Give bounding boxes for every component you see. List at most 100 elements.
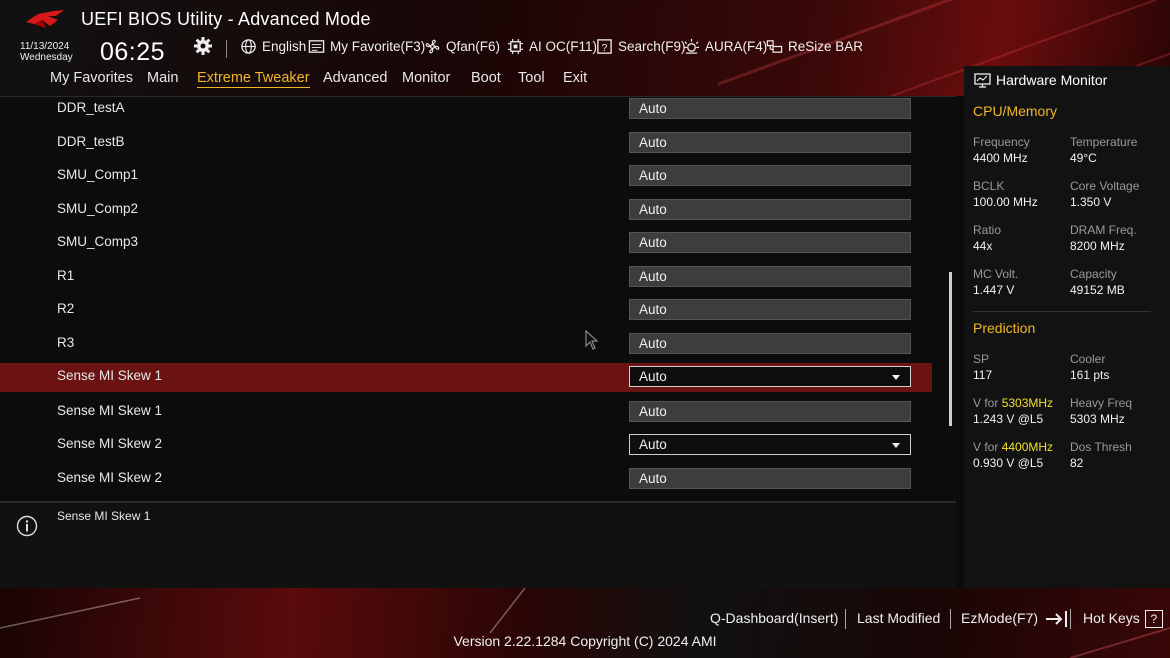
header-divider (226, 40, 227, 58)
aura-label: AURA(F4) (705, 39, 768, 54)
setting-value-field[interactable]: Auto (629, 299, 911, 320)
v-for-1-frequency: 5303MHz (1001, 396, 1054, 410)
section-divider (973, 311, 1151, 312)
ezmode-button[interactable]: EzMode(F7) (961, 610, 1070, 628)
hot-keys-label: Hot Keys (1083, 610, 1140, 626)
setting-value-field[interactable]: Auto (629, 165, 911, 186)
setting-row[interactable]: R2 Auto (0, 296, 932, 325)
ai-oc-button[interactable]: AI OC(F11) (507, 38, 597, 55)
capacity-value: 49152 MB (1070, 283, 1125, 297)
setting-row-selected[interactable]: Sense MI Skew 1 Auto (0, 363, 932, 392)
capacity-label: Capacity (1070, 267, 1117, 281)
temperature-label: Temperature (1070, 135, 1138, 149)
setting-label: Sense MI Skew 1 (57, 403, 163, 418)
setting-row[interactable]: DDR_testA Auto (0, 95, 932, 124)
sp-label: SP (973, 352, 990, 366)
caret-down-icon (892, 375, 900, 380)
setting-value-field[interactable]: Auto (629, 266, 911, 287)
setting-row[interactable]: Sense MI Skew 1 Auto (0, 398, 932, 427)
setting-dropdown[interactable]: Auto (629, 366, 911, 387)
language-label: English (262, 39, 307, 54)
setting-value-field[interactable]: Auto (629, 98, 911, 119)
gear-icon[interactable] (193, 36, 213, 56)
v-for-2-label: V for 4400MHz (973, 440, 1053, 454)
ratio-label: Ratio (973, 223, 1002, 237)
footer-divider (1070, 609, 1071, 629)
core-voltage-label: Core Voltage (1070, 179, 1140, 193)
search-help-icon: ? (597, 39, 612, 54)
qfan-label: Qfan(F6) (446, 39, 501, 54)
help-key-icon: ? (1144, 610, 1163, 629)
ezmode-label: EzMode(F7) (961, 610, 1039, 626)
aura-button[interactable]: AURA(F4) (683, 38, 767, 55)
v-for-2-frequency: 4400MHz (1001, 440, 1054, 454)
setting-value-field[interactable]: Auto (629, 232, 911, 253)
heavy-freq-label: Heavy Freq (1070, 396, 1133, 410)
tab-advanced[interactable]: Advanced (323, 70, 388, 86)
date-text: 11/13/2024 (20, 41, 70, 52)
setting-row[interactable]: R3 Auto (0, 330, 932, 359)
app-title: UEFI BIOS Utility - Advanced Mode (81, 9, 371, 29)
setting-row[interactable]: SMU_Comp2 Auto (0, 196, 932, 225)
bclk-value: 100.00 MHz (973, 195, 1038, 209)
tab-boot[interactable]: Boot (471, 70, 501, 86)
frequency-label: Frequency (973, 135, 1030, 149)
setting-row[interactable]: DDR_testB Auto (0, 129, 932, 158)
globe-icon (241, 39, 256, 54)
clock-display: 06:25 (100, 38, 166, 66)
setting-label: R2 (57, 301, 75, 316)
last-modified-button[interactable]: Last Modified (857, 610, 940, 626)
v-for-1-label: V for 5303MHz (973, 396, 1053, 410)
resize-bar-icon (766, 40, 783, 53)
favorite-list-icon (308, 40, 325, 53)
tab-main[interactable]: Main (147, 70, 178, 86)
fan-icon (425, 39, 440, 54)
tab-tool[interactable]: Tool (518, 70, 545, 86)
setting-value-field[interactable]: Auto (629, 199, 911, 220)
setting-value-field[interactable]: Auto (629, 132, 911, 153)
footer-divider (950, 609, 951, 629)
tab-monitor[interactable]: Monitor (402, 70, 450, 86)
setting-label: SMU_Comp1 (57, 167, 139, 182)
help-panel: Sense MI Skew 1 (0, 501, 956, 588)
tab-my-favorites[interactable]: My Favorites (50, 70, 133, 86)
core-voltage-value: 1.350 V (1070, 195, 1112, 209)
setting-dropdown[interactable]: Auto (629, 434, 911, 455)
setting-row[interactable]: R1 Auto (0, 263, 932, 292)
frequency-value: 4400 MHz (973, 151, 1028, 165)
setting-label: R3 (57, 335, 75, 350)
dram-freq-value: 8200 MHz (1070, 239, 1125, 253)
monitor-icon (974, 72, 991, 88)
qfan-button[interactable]: Qfan(F6) (424, 38, 500, 55)
scrollbar[interactable] (949, 272, 952, 426)
hot-keys-button[interactable]: Hot Keys? (1083, 610, 1163, 629)
exit-arrow-icon (1045, 611, 1067, 628)
caret-down-icon (892, 443, 900, 448)
weekday-text: Wednesday (20, 52, 73, 63)
info-icon (16, 515, 38, 537)
copyright-text: Version 2.22.1284 Copyright (C) 2024 AMI (453, 633, 717, 649)
resize-bar-label: ReSize BAR (788, 39, 864, 54)
setting-row[interactable]: Sense MI Skew 2 Auto (0, 465, 932, 494)
setting-value-field[interactable]: Auto (629, 401, 911, 422)
heavy-freq-value: 5303 MHz (1070, 412, 1125, 426)
q-dashboard-button[interactable]: Q-Dashboard(Insert) (710, 610, 838, 626)
footer-divider (845, 609, 846, 629)
my-favorite-button[interactable]: My Favorite(F3) (308, 38, 425, 55)
temperature-value: 49°C (1070, 151, 1097, 165)
setting-value-field[interactable]: Auto (629, 333, 911, 354)
resize-bar-button[interactable]: ReSize BAR (766, 38, 863, 55)
tab-exit[interactable]: Exit (563, 70, 587, 86)
my-favorite-label: My Favorite(F3) (330, 39, 426, 54)
v-for-2-value: 0.930 V @L5 (973, 456, 1044, 470)
setting-row[interactable]: SMU_Comp1 Auto (0, 162, 932, 191)
setting-label: DDR_testA (57, 100, 125, 115)
tab-extreme-tweaker[interactable]: Extreme Tweaker (197, 70, 310, 88)
prediction-section-title: Prediction (973, 320, 1036, 336)
language-button[interactable]: English (240, 38, 306, 55)
setting-value-field[interactable]: Auto (629, 468, 911, 489)
hardware-monitor-title: Hardware Monitor (996, 72, 1108, 88)
search-button[interactable]: ? Search(F9) (596, 38, 686, 55)
setting-row[interactable]: Sense MI Skew 2 Auto (0, 431, 932, 460)
setting-row[interactable]: SMU_Comp3 Auto (0, 229, 932, 258)
